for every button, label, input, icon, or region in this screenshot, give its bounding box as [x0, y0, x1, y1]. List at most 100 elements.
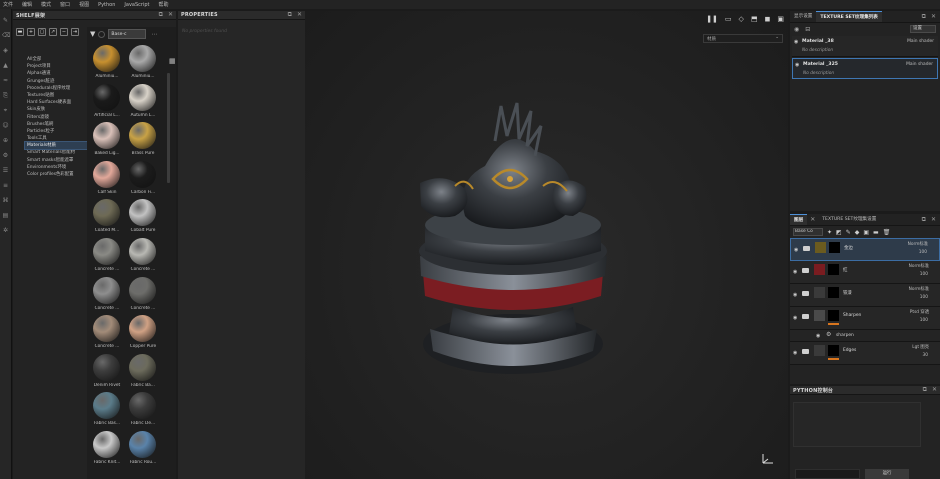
add-paint-layer-icon[interactable]: ✎ [846, 229, 851, 236]
channel-dropdown[interactable]: Base Co [793, 228, 823, 236]
clear-filter-icon[interactable] [98, 30, 106, 38]
smudge-icon[interactable]: ≈ [2, 77, 9, 84]
material-thumbnail[interactable]: Calf Skin [89, 160, 125, 200]
folder-icon[interactable] [802, 291, 809, 296]
texture-set-row-selected[interactable]: ◉ Material _325 Main shader No descripti… [792, 58, 938, 79]
layer-row-selected[interactable]: ◉ 金边 Norm标准 100 [790, 238, 940, 261]
close-icon[interactable]: ✕ [168, 11, 173, 19]
close-icon[interactable]: ✕ [931, 13, 936, 21]
float-icon[interactable]: ⧉ [923, 386, 927, 394]
material-thumbnail[interactable]: Concrete ... [89, 276, 125, 316]
texture-set-shader[interactable]: Main shader [907, 39, 934, 44]
category-item[interactable]: Hard Surfaces硬表面 [25, 99, 87, 106]
layer-name[interactable]: 红 [843, 267, 847, 273]
layer-name[interactable]: Sharpen [843, 313, 861, 318]
float-icon[interactable]: ⧉ [922, 13, 926, 21]
category-item[interactable]: Environments环境 [25, 164, 87, 171]
material-thumbnail[interactable]: Brass Pure [125, 122, 161, 161]
tab-texture-set-settings[interactable]: TEXTURE SET纹理集设置 [818, 214, 880, 225]
material-thumbnail[interactable]: Aluminiu... [89, 45, 125, 84]
mask-thumbnail[interactable] [829, 242, 840, 253]
close-icon[interactable]: ✕ [807, 216, 818, 223]
category-item[interactable]: Particles粒子 [25, 128, 87, 135]
mask-thumbnail[interactable] [828, 345, 839, 356]
polygon-fill-icon[interactable]: ▲ [2, 62, 9, 69]
shelf-scrollbar[interactable] [167, 73, 170, 183]
list-icon[interactable]: ≡ [2, 182, 9, 189]
more-icon[interactable]: ⋯ [151, 31, 157, 38]
layer-blend-mode[interactable]: Norm标准 [908, 241, 928, 247]
material-thumbnail[interactable]: Concrete ... [125, 237, 161, 277]
material-thumbnail[interactable]: Concrete ... [125, 276, 161, 316]
material-thumbnail[interactable]: Fabric Knit... [89, 430, 125, 470]
category-item-selected[interactable]: Materials材质 [24, 141, 88, 151]
layer-opacity[interactable]: 30 [923, 353, 928, 358]
document-icon[interactable]: ▤ [2, 212, 9, 219]
folder-icon[interactable]: ▬ [16, 28, 24, 36]
category-item[interactable]: Color profiles色彩配置 [25, 171, 87, 178]
eye-icon[interactable]: ◉ [794, 247, 798, 253]
material-thumbnail[interactable]: Concrete ... [89, 315, 125, 354]
category-item[interactable]: Project项目 [25, 63, 87, 70]
close-icon[interactable]: ✕ [932, 386, 937, 394]
console-run-button[interactable]: 运行 [865, 469, 909, 479]
category-item[interactable]: Tools工具 [25, 135, 87, 142]
export-icon[interactable]: ↗ [49, 28, 57, 36]
material-thumbnail[interactable]: Fabric Bas... [89, 392, 125, 431]
menu-mode[interactable]: 模式 [41, 1, 51, 8]
menu-python[interactable]: Python [98, 2, 115, 8]
material-thumbnail[interactable]: Baked Lig... [89, 122, 125, 161]
layer-name[interactable]: 铁漆 [843, 290, 852, 296]
float-icon[interactable]: ⧉ [159, 11, 163, 19]
eye-icon[interactable]: ◉ [794, 39, 798, 45]
eye-icon[interactable]: ◉ [816, 333, 820, 339]
effect-row[interactable]: ◉ ⚙ sharpen [790, 330, 940, 342]
material-thumbnail[interactable]: Carbon Fi... [125, 160, 161, 200]
texture-set-row[interactable]: ◉ Material _38 Main shader No descriptio… [792, 36, 938, 57]
3d-viewport[interactable]: ❚❚ ▭ ◇ ⬒ ◼ ▣ 材质 ⌄ [305, 11, 788, 479]
folder-icon[interactable] [802, 268, 809, 273]
category-item[interactable]: Grunges脏迹 [25, 78, 87, 85]
menu-javascript[interactable]: JavaScript [124, 2, 149, 8]
delete-layer-icon[interactable]: 🗑 [883, 229, 891, 236]
layer-name[interactable]: Edges [843, 348, 856, 353]
add-folder-icon[interactable]: ▬ [873, 229, 879, 236]
remove-icon[interactable]: − [60, 28, 68, 36]
menu-help[interactable]: 帮助 [159, 1, 169, 8]
layer-blend-mode[interactable]: Norm标准 [909, 263, 929, 269]
layer-blend-mode[interactable]: Lgt 图亮 [912, 344, 929, 350]
split-icon[interactable]: ⊟ [805, 26, 810, 33]
tab-layers[interactable]: 图层 [790, 214, 808, 225]
folder-icon[interactable] [802, 314, 809, 319]
material-thumbnail[interactable]: Fabric Ba... [125, 353, 161, 393]
layer-opacity[interactable]: 100 [920, 318, 928, 323]
eye-icon[interactable]: ◉ [795, 62, 799, 68]
category-item[interactable]: Procedurals程序纹理 [25, 85, 87, 92]
settings-icon[interactable]: ⚙ [2, 152, 9, 159]
material-thumbnail[interactable]: Aluminiu... [125, 45, 161, 84]
float-icon[interactable]: ⧉ [288, 11, 292, 19]
category-item[interactable]: Smart Materials智能材 [25, 149, 87, 156]
close-icon[interactable]: ✕ [297, 11, 302, 19]
material-thumbnail[interactable]: Copper Pure [125, 315, 161, 354]
visibility-icon[interactable]: ◉ [794, 26, 799, 33]
tab-texture-set-list[interactable]: TEXTURE SET纹理集列表 [816, 11, 882, 22]
material-thumbnail[interactable]: Cobalt Pure [125, 199, 161, 238]
material-thumbnail[interactable]: Artificial L... [89, 83, 125, 123]
folder-icon[interactable] [802, 349, 809, 354]
filter-icon[interactable]: ▼ [90, 30, 95, 38]
3d-model-dragon-pot[interactable] [305, 11, 788, 479]
user-icon[interactable]: ☺ [2, 122, 9, 129]
mask-thumbnail[interactable] [828, 310, 839, 321]
folder-icon[interactable] [803, 246, 810, 251]
clone-icon[interactable]: ⎘ [2, 92, 9, 99]
layer-row[interactable]: ◉ Sharpen Ptsd 穿透 100 [790, 307, 940, 330]
layer-row[interactable]: ◉ 红 Norm标准 100 [790, 261, 940, 284]
add-mask-icon[interactable]: ◩ [836, 229, 842, 236]
mask-thumbnail[interactable] [828, 287, 839, 298]
effect-name[interactable]: sharpen [836, 333, 854, 338]
menu-window[interactable]: 窗口 [60, 1, 70, 8]
layer-opacity[interactable]: 100 [920, 295, 928, 300]
mask-thumbnail[interactable] [828, 264, 839, 275]
paint-brush-icon[interactable]: ✎ [2, 17, 9, 24]
